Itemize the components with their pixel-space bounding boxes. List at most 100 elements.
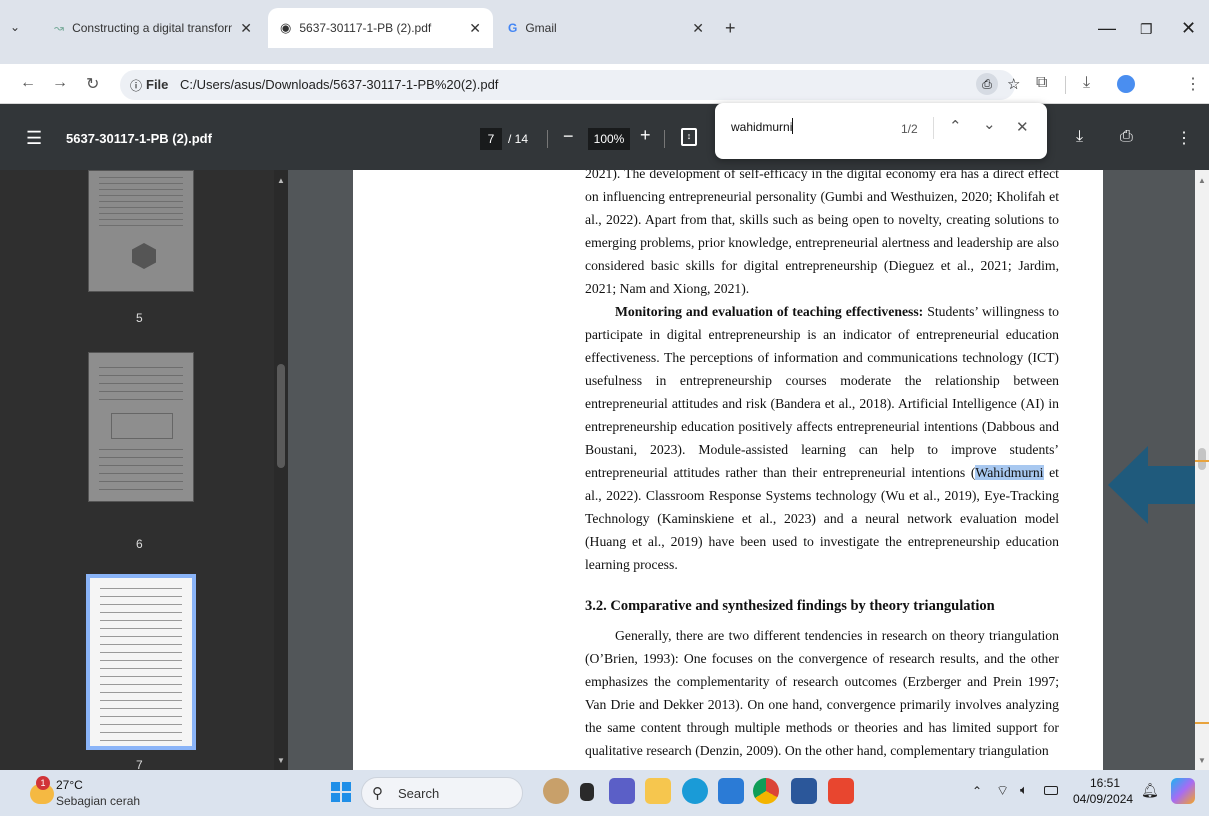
reload-icon[interactable]: ↻ <box>86 74 99 94</box>
tab-title: Gmail <box>525 21 557 35</box>
page-thumbnail-6[interactable] <box>88 352 194 502</box>
edge-icon[interactable] <box>682 778 708 804</box>
thumbnail-table <box>111 413 173 439</box>
arrow-shape <box>1108 446 1209 524</box>
tab-title: 5637-30117-1-PB (2).pdf <box>299 21 432 35</box>
fit-page-icon[interactable]: ↕ <box>681 128 697 146</box>
forward-icon[interactable]: → <box>52 74 68 92</box>
scheme-label: File <box>146 77 169 92</box>
extensions-icon[interactable]: ⧉ <box>1036 74 1047 92</box>
tab-close-icon[interactable]: ✕ <box>692 20 704 37</box>
close-window-button[interactable]: ✕ <box>1181 18 1196 39</box>
new-tab-button[interactable]: + <box>725 18 736 39</box>
hamburger-menu-icon[interactable]: ☰ <box>26 128 42 149</box>
page-thumbnail-5[interactable] <box>88 170 194 292</box>
bookmark-star-icon[interactable]: ☆ <box>1007 75 1020 93</box>
find-input[interactable]: wahidmurni <box>731 120 792 134</box>
tab-close-icon[interactable]: ✕ <box>469 20 481 37</box>
back-icon[interactable]: ← <box>20 74 36 92</box>
page-number-input[interactable]: 7 <box>480 128 502 150</box>
info-icon[interactable]: ⓘ <box>130 77 142 94</box>
arrow-annotation <box>1108 446 1209 524</box>
paragraph-heading: Monitoring and evaluation of teaching ef… <box>615 304 924 319</box>
windows-start-icon[interactable] <box>331 782 351 802</box>
divider <box>1065 76 1066 94</box>
find-close-icon[interactable]: ✕ <box>1016 118 1029 136</box>
paragraph: Monitoring and evaluation of teaching ef… <box>585 300 1059 576</box>
scrollbar-thumb[interactable] <box>1198 448 1206 470</box>
tab-close-icon[interactable]: ✕ <box>240 20 252 37</box>
wifi-icon[interactable]: ⌔ <box>996 782 1009 800</box>
scroll-up-icon[interactable]: ▲ <box>1198 176 1206 185</box>
find-previous-icon[interactable]: ⌃ <box>949 117 962 135</box>
notification-bell-icon[interactable]: 🔔︎ <box>1141 782 1159 799</box>
tab-title: Constructing a digital transform <box>72 21 233 35</box>
profile-avatar[interactable] <box>1117 75 1135 93</box>
thumbnail-label: 5 <box>136 311 143 325</box>
windows-taskbar: 1 27°C Sebagian cerah ⚲ Search ⌃ ⌔ 🔈︎ 16… <box>0 770 1209 816</box>
document-viewer: 2021). The development of self-efficacy … <box>288 170 1209 770</box>
tab-pdf[interactable]: ◉ 5637-30117-1-PB (2).pdf ✕ <box>268 8 493 48</box>
pdf-reader-icon[interactable] <box>828 778 854 804</box>
paragraph: Generally, there are two different tende… <box>585 624 1059 762</box>
zoom-in-button[interactable]: + <box>640 125 651 146</box>
app-person-icon[interactable] <box>543 778 569 804</box>
volume-icon[interactable]: 🔈︎ <box>1020 782 1028 798</box>
menu-kebab-icon[interactable]: ⋮ <box>1185 74 1201 94</box>
search-icon: ⚲ <box>372 785 383 802</box>
find-page-icon[interactable]: ⎙ <box>976 73 998 95</box>
restore-button[interactable]: ❐ <box>1140 21 1153 38</box>
battery-icon[interactable] <box>1044 786 1058 795</box>
print-icon[interactable]: ⎙ <box>1120 128 1133 146</box>
paragraph-text: Generally, there are two different tende… <box>585 628 1059 758</box>
pdf-page: 2021). The development of self-efficacy … <box>353 170 1103 770</box>
tab-search-button[interactable]: ⌄ <box>10 20 20 34</box>
weather-widget[interactable]: 1 27°C Sebagian cerah <box>30 776 190 812</box>
page-total: / 14 <box>508 132 529 146</box>
scroll-marker <box>1195 460 1209 462</box>
scroll-down-icon[interactable]: ▼ <box>277 756 285 765</box>
download-pdf-icon[interactable]: ⤓ <box>1076 128 1083 146</box>
store-icon[interactable] <box>718 778 744 804</box>
show-hidden-icons[interactable]: ⌃ <box>972 784 982 798</box>
thumbnail-sidebar: 5 6 7 ▲ ▼ <box>0 170 288 772</box>
zoom-out-button[interactable]: − <box>563 126 574 147</box>
clock-date[interactable]: 04/09/2024 <box>1073 792 1133 806</box>
tab-strip: ⌄ ↝ Constructing a digital transform ✕ ◉… <box>0 0 1209 64</box>
globe-icon: ◉ <box>280 20 292 35</box>
task-view-icon[interactable] <box>580 783 594 801</box>
file-explorer-icon[interactable] <box>645 778 671 804</box>
clock-time[interactable]: 16:51 <box>1090 776 1120 790</box>
sidebar-scrollbar[interactable]: ▲ ▼ <box>274 170 288 770</box>
tab-favicon-icon: ↝ <box>54 21 65 35</box>
divider <box>664 130 665 148</box>
document-scrollbar[interactable]: ▲ ▼ <box>1195 170 1209 770</box>
chrome-icon[interactable] <box>753 778 779 804</box>
scroll-up-icon[interactable]: ▲ <box>277 176 285 185</box>
teams-icon[interactable] <box>609 778 635 804</box>
copilot-icon[interactable] <box>1171 778 1195 804</box>
zoom-level-input[interactable]: 100% <box>588 128 630 150</box>
find-next-icon[interactable]: ⌄ <box>983 115 996 133</box>
find-count: 1/2 <box>901 122 918 136</box>
minimize-button[interactable]: — <box>1098 18 1116 39</box>
taskbar-search[interactable]: ⚲ Search <box>361 777 523 809</box>
word-icon[interactable] <box>791 778 817 804</box>
scrollbar-thumb[interactable] <box>277 364 285 468</box>
omnibox[interactable]: ⓘ File C:/Users/asus/Downloads/5637-3011… <box>120 70 1020 100</box>
tab-constructing[interactable]: ↝ Constructing a digital transform ✕ <box>42 8 264 48</box>
tab-gmail[interactable]: G Gmail ✕ <box>496 8 716 48</box>
search-highlight: Wahidmurni <box>975 465 1044 480</box>
more-actions-icon[interactable]: ⋮ <box>1176 128 1192 148</box>
page-thumbnail-7[interactable] <box>86 574 196 750</box>
weather-desc: Sebagian cerah <box>56 794 141 808</box>
weather-badge: 1 <box>36 776 50 790</box>
download-icon[interactable]: ⤓ <box>1083 74 1090 92</box>
paragraph: 2021). The development of self-efficacy … <box>585 170 1059 300</box>
url-text[interactable]: C:/Users/asus/Downloads/5637-30117-1-PB%… <box>180 77 498 92</box>
section-heading: 3.2. Comparative and synthesized finding… <box>585 598 995 614</box>
find-cursor <box>792 118 793 134</box>
scroll-down-icon[interactable]: ▼ <box>1198 756 1206 765</box>
scroll-marker <box>1195 722 1209 724</box>
weather-temp: 27°C <box>56 778 83 792</box>
